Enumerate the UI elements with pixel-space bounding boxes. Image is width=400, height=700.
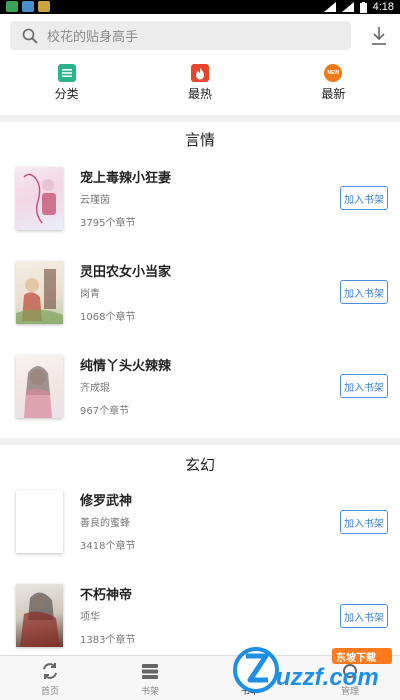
nav-shelf[interactable]: 书架 [100, 656, 200, 700]
nav-home[interactable]: 首页 [0, 656, 100, 700]
add-to-shelf-button[interactable]: 加入书架 [340, 186, 388, 210]
book-title: 宠上毒辣小狂妻 [80, 171, 172, 186]
nav-label: 书架 [140, 687, 159, 697]
add-to-shelf-button[interactable]: 加入书架 [340, 280, 388, 304]
book-chapter-count: 1383个章节 [80, 635, 136, 646]
new-badge-text: NEW [327, 70, 340, 76]
refresh-icon [43, 663, 57, 679]
book-chapter-count: 3418个章节 [80, 541, 136, 552]
app-notification-icon [6, 1, 18, 12]
book-author: 岗青 [80, 289, 100, 300]
book-author: 项华 [80, 612, 100, 623]
battery-icon [359, 1, 367, 13]
book-cover [16, 167, 63, 230]
section-title: 言情 [184, 131, 215, 149]
book-item[interactable]: 宠上毒辣小狂妻 云瑾茵 3795个章节 加入书架 [0, 167, 400, 257]
book-author: 善良的蜜蜂 [80, 518, 130, 529]
app-notification-icon [38, 1, 50, 12]
add-to-shelf-button[interactable]: 加入书架 [340, 374, 388, 398]
watermark-tag: 东坡下载 [336, 653, 376, 664]
book-author: 云瑾茵 [80, 195, 110, 206]
section-divider [0, 115, 400, 122]
status-bar: 4:18 [0, 0, 400, 14]
watermark-logo: uzzf.com 东坡下载 [232, 636, 400, 700]
book-chapter-count: 3795个章节 [80, 218, 136, 229]
category-hottest[interactable]: 最热 [133, 60, 266, 115]
new-badge-icon: NEW [324, 64, 343, 82]
watermark-text: uzzf.com [276, 664, 379, 691]
book-cover [16, 355, 63, 418]
list-icon [57, 64, 76, 82]
category-label: 最热 [187, 87, 212, 101]
book-item[interactable]: 灵田农女小当家 岗青 1068个章节 加入书架 [0, 261, 400, 351]
app-notification-icon [22, 1, 34, 12]
book-cover [16, 584, 63, 647]
category-classify[interactable]: 分类 [0, 60, 133, 115]
clock: 4:18 [372, 1, 394, 13]
signal-icon [341, 2, 354, 12]
category-label: 最新 [321, 87, 346, 101]
search-input[interactable]: 校花的贴身高手 [10, 21, 351, 50]
add-to-shelf-button[interactable]: 加入书架 [340, 510, 388, 534]
category-newest[interactable]: NEW 最新 [267, 60, 400, 115]
book-title: 修罗武神 [80, 494, 133, 509]
shelf-icon [142, 664, 158, 679]
book-cover [16, 490, 63, 553]
header: 校花的贴身高手 [0, 14, 400, 60]
book-title: 纯情丫头火辣辣 [80, 359, 172, 374]
book-item[interactable]: 纯情丫头火辣辣 齐成琨 967个章节 加入书架 [0, 355, 400, 445]
flame-icon [190, 64, 209, 82]
book-chapter-count: 1068个章节 [80, 312, 136, 323]
download-icon[interactable] [370, 25, 388, 47]
book-author: 齐成琨 [80, 383, 110, 394]
book-title: 不朽神帝 [80, 588, 133, 603]
category-label: 分类 [54, 87, 79, 101]
book-item[interactable]: 修罗武神 善良的蜜蜂 3418个章节 加入书架 [0, 490, 400, 580]
signal-icon [323, 2, 336, 12]
search-placeholder: 校花的贴身高手 [47, 30, 139, 45]
notification-icons [6, 1, 50, 12]
book-title: 灵田农女小当家 [80, 265, 172, 280]
search-icon [22, 28, 38, 44]
book-cover [16, 261, 63, 324]
add-to-shelf-button[interactable]: 加入书架 [340, 604, 388, 628]
nav-label: 首页 [40, 687, 59, 697]
section-title: 玄幻 [184, 456, 215, 474]
category-tabs: 分类 最热 NEW 最新 [0, 60, 400, 115]
book-chapter-count: 967个章节 [80, 406, 130, 417]
section-divider [0, 438, 400, 445]
